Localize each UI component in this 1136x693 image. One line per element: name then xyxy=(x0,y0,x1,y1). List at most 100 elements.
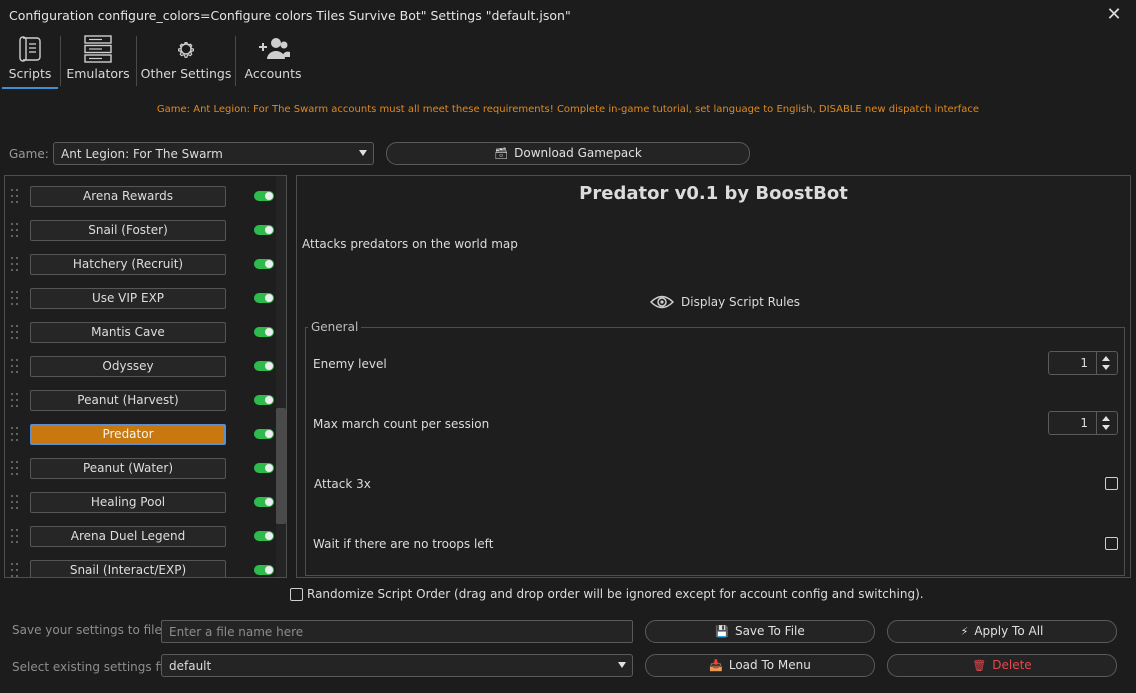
script-button[interactable]: Mantis Cave xyxy=(30,322,226,343)
script-enabled-toggle[interactable] xyxy=(254,225,274,235)
script-enabled-toggle[interactable] xyxy=(254,395,274,405)
drag-handle-icon[interactable] xyxy=(11,426,21,444)
spin-down-icon[interactable] xyxy=(1102,425,1110,430)
randomize-order-checkbox[interactable] xyxy=(290,588,303,601)
script-enabled-toggle[interactable] xyxy=(254,497,274,507)
script-enabled-toggle[interactable] xyxy=(254,327,274,337)
script-button[interactable]: Snail (Interact/EXP) xyxy=(30,560,226,577)
game-select-value: Ant Legion: For The Swarm xyxy=(61,147,223,161)
settings-file-select[interactable]: default xyxy=(161,654,633,677)
attack-3x-checkbox[interactable] xyxy=(1105,477,1118,490)
save-settings-label: Save your settings to file xyxy=(12,623,162,637)
server-icon xyxy=(84,35,112,63)
drag-handle-icon[interactable] xyxy=(11,358,21,376)
toggle-knob xyxy=(265,226,273,234)
drag-handle-icon[interactable] xyxy=(11,460,21,478)
archive-icon: 🗃 xyxy=(494,147,509,160)
select-settings-label: Select existing settings file xyxy=(12,660,174,674)
tab-scripts[interactable]: Scripts xyxy=(2,32,58,88)
close-icon[interactable]: ✕ xyxy=(1104,4,1124,26)
delete-button[interactable]: 🗑 Delete xyxy=(887,654,1117,677)
script-enabled-toggle[interactable] xyxy=(254,565,274,575)
script-button[interactable]: Hatchery (Recruit) xyxy=(30,254,226,275)
tab-divider xyxy=(60,36,61,86)
drag-handle-icon[interactable] xyxy=(11,324,21,342)
list-item[interactable]: Snail (Foster) xyxy=(5,220,281,242)
toggle-knob xyxy=(265,328,273,336)
tab-scripts-label: Scripts xyxy=(8,66,52,81)
drag-handle-icon[interactable] xyxy=(11,562,21,577)
tab-other-settings[interactable]: Other Settings xyxy=(140,32,232,88)
list-item[interactable]: Healing Pool xyxy=(5,492,281,514)
filename-input[interactable]: Enter a file name here xyxy=(161,620,633,643)
game-requirements-notice: Game: Ant Legion: For The Swarm accounts… xyxy=(156,104,980,115)
spin-up-icon[interactable] xyxy=(1102,356,1110,361)
spinbox-buttons[interactable] xyxy=(1096,412,1117,434)
spinbox-buttons[interactable] xyxy=(1096,352,1117,374)
drag-handle-icon[interactable] xyxy=(11,528,21,546)
script-button[interactable]: Arena Rewards xyxy=(30,186,226,207)
list-item[interactable]: Use VIP EXP xyxy=(5,288,281,310)
chevron-down-icon xyxy=(359,150,367,156)
list-item[interactable]: Snail (Interact/EXP) xyxy=(5,560,281,577)
script-button[interactable]: Snail (Foster) xyxy=(30,220,226,241)
settings-file-value: default xyxy=(169,659,212,673)
wait-troops-checkbox[interactable] xyxy=(1105,537,1118,550)
download-gamepack-button[interactable]: 🗃 Download Gamepack xyxy=(386,142,750,165)
script-enabled-toggle[interactable] xyxy=(254,191,274,201)
load-to-menu-button[interactable]: 📥 Load To Menu xyxy=(645,654,875,677)
spin-down-icon[interactable] xyxy=(1102,365,1110,370)
script-button[interactable]: Odyssey xyxy=(30,356,226,377)
script-enabled-toggle[interactable] xyxy=(254,259,274,269)
drag-handle-icon[interactable] xyxy=(11,256,21,274)
toggle-knob xyxy=(265,566,273,574)
drag-handle-icon[interactable] xyxy=(11,222,21,240)
general-group-label: General xyxy=(308,320,362,334)
list-item[interactable]: Odyssey xyxy=(5,356,281,378)
tab-bar: Scripts Emulators Other Settings Account… xyxy=(0,32,1136,90)
script-button[interactable]: Predator xyxy=(30,424,226,445)
save-icon: 💾 xyxy=(715,625,729,638)
script-button[interactable]: Use VIP EXP xyxy=(30,288,226,309)
list-item[interactable]: Arena Duel Legend xyxy=(5,526,281,548)
script-enabled-toggle[interactable] xyxy=(254,361,274,371)
tab-accounts[interactable]: Accounts xyxy=(240,32,306,88)
drag-handle-icon[interactable] xyxy=(11,392,21,410)
drag-handle-icon[interactable] xyxy=(11,494,21,512)
trash-icon: 🗑 xyxy=(972,659,987,672)
lightning-icon: ⚡ xyxy=(960,625,969,638)
delete-label: Delete xyxy=(992,658,1032,672)
enemy-level-spinbox[interactable]: 1 xyxy=(1048,351,1118,375)
script-list-scrollbar-thumb[interactable] xyxy=(276,408,286,524)
script-enabled-toggle[interactable] xyxy=(254,429,274,439)
script-button[interactable]: Healing Pool xyxy=(30,492,226,513)
list-item[interactable]: Mantis Cave xyxy=(5,322,281,344)
spin-up-icon[interactable] xyxy=(1102,416,1110,421)
max-march-spinbox[interactable]: 1 xyxy=(1048,411,1118,435)
tab-divider xyxy=(235,36,236,86)
list-item[interactable]: Predator xyxy=(5,424,281,446)
tray-icon: 📥 xyxy=(709,659,723,672)
script-enabled-toggle[interactable] xyxy=(254,463,274,473)
users-add-icon xyxy=(259,38,290,59)
toggle-knob xyxy=(265,260,273,268)
title-bar: Configuration configure_colors=Configure… xyxy=(0,0,1136,32)
list-item[interactable]: Peanut (Water) xyxy=(5,458,281,480)
enemy-level-value: 1 xyxy=(1080,356,1088,370)
script-enabled-toggle[interactable] xyxy=(254,531,274,541)
drag-handle-icon[interactable] xyxy=(11,290,21,308)
list-item[interactable]: Hatchery (Recruit) xyxy=(5,254,281,276)
game-select[interactable]: Ant Legion: For The Swarm xyxy=(53,142,374,165)
script-button[interactable]: Peanut (Harvest) xyxy=(30,390,226,411)
drag-handle-icon[interactable] xyxy=(11,188,21,206)
randomize-order-label: Randomize Script Order (drag and drop or… xyxy=(307,587,924,601)
list-item[interactable]: Arena Rewards xyxy=(5,186,281,208)
apply-to-all-button[interactable]: ⚡ Apply To All xyxy=(887,620,1117,643)
script-enabled-toggle[interactable] xyxy=(254,293,274,303)
script-button[interactable]: Peanut (Water) xyxy=(30,458,226,479)
save-to-file-button[interactable]: 💾 Save To File xyxy=(645,620,875,643)
active-tab-indicator xyxy=(2,87,58,89)
list-item[interactable]: Peanut (Harvest) xyxy=(5,390,281,412)
tab-emulators[interactable]: Emulators xyxy=(64,32,132,88)
script-button[interactable]: Arena Duel Legend xyxy=(30,526,226,547)
